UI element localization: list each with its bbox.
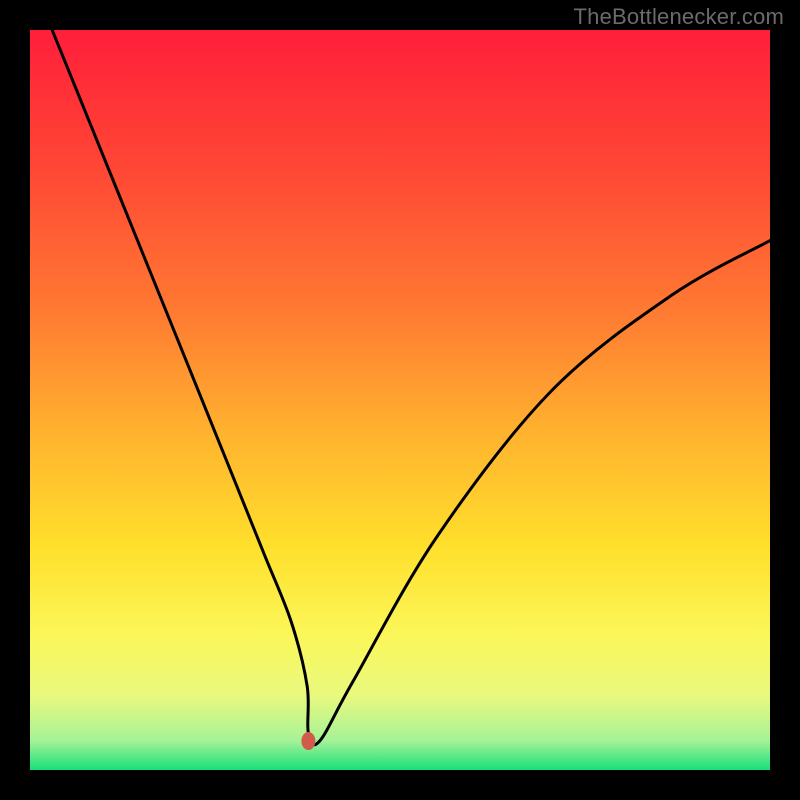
- chart-frame: TheBottlenecker.com: [0, 0, 800, 800]
- bottleneck-chart: [0, 0, 800, 800]
- watermark-text: TheBottlenecker.com: [574, 4, 784, 30]
- plot-background: [30, 30, 770, 770]
- optimum-marker: [301, 732, 315, 750]
